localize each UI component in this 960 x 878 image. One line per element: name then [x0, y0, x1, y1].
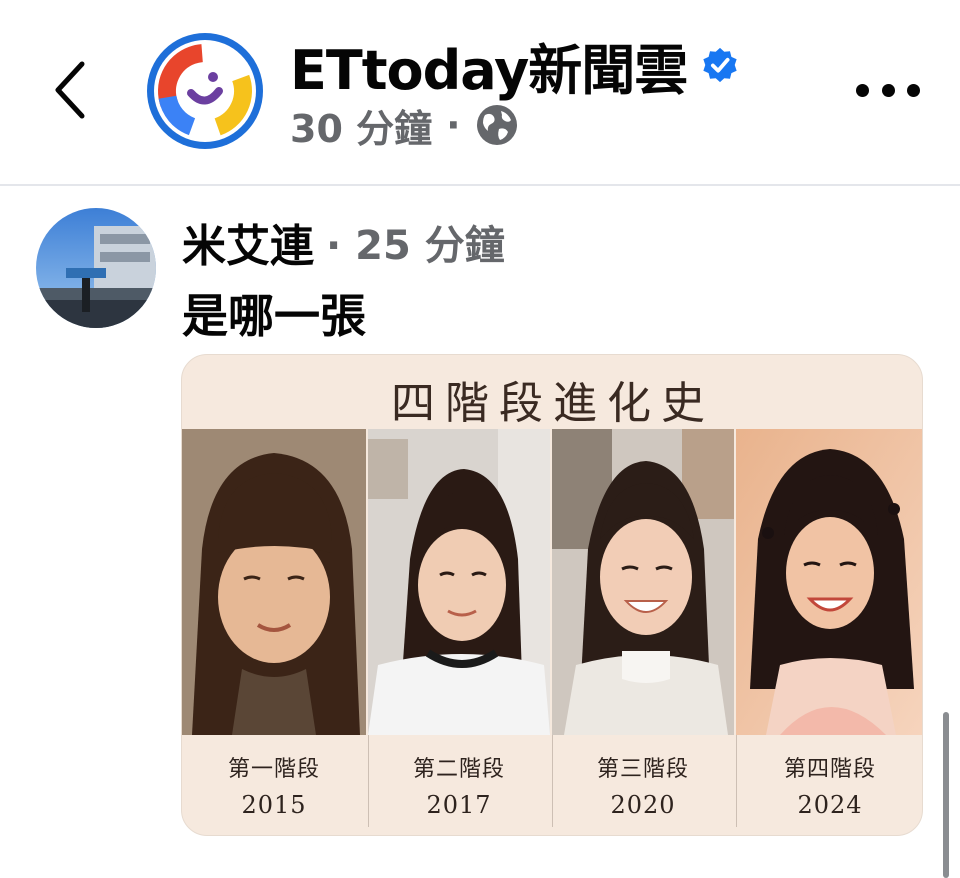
commenter-avatar[interactable] [36, 208, 156, 328]
post-header: ETtoday新聞雲 30 分鐘 · [0, 0, 960, 185]
globe-icon [476, 105, 517, 145]
avatar-photo [36, 208, 156, 328]
portrait-stage-3 [552, 429, 734, 735]
ettoday-logo-icon [147, 33, 263, 149]
comment-time[interactable]: · 25 分鐘 [326, 213, 505, 271]
verified-badge-icon [703, 47, 737, 83]
caption-stage-3: 第三階段 2020 [552, 735, 734, 835]
stage-year: 2017 [426, 791, 492, 819]
caption-stage-2: 第二階段 2017 [368, 735, 550, 835]
page-avatar[interactable] [145, 31, 265, 151]
portrait-stage-2 [368, 429, 550, 735]
page-title[interactable]: ETtoday新聞雲 [290, 26, 688, 105]
stage-label: 第二階段 [412, 757, 505, 782]
meta-separator: · [446, 103, 461, 147]
scrollbar[interactable] [943, 712, 949, 878]
post-time[interactable]: 30 分鐘 [290, 98, 432, 153]
caption-stage-1: 第一階段 2015 [182, 735, 366, 835]
more-options-button[interactable] [856, 70, 920, 110]
comment-text: 是哪一張 [182, 289, 366, 343]
post-meta: 30 分鐘 · [290, 98, 519, 153]
portrait-stage-4 [736, 429, 922, 735]
attachment-title: 四階段進化史 [391, 378, 715, 429]
stage-year: 2015 [241, 791, 307, 819]
header-divider [0, 184, 960, 186]
stage-captions: 第一階段 2015 第二階段 2017 第三階段 2020 第四階段 2024 [182, 735, 922, 835]
portrait-strip [182, 429, 922, 735]
comment-attachment-image[interactable]: 四階段進化史 第一階段 2015 第二階段 2017 第三階段 2020 第四階… [181, 354, 923, 836]
chevron-left-icon [55, 61, 85, 119]
portrait-stage-1 [182, 429, 366, 735]
more-horizontal-icon [856, 83, 869, 97]
back-button[interactable] [40, 50, 100, 130]
stage-label: 第四階段 [783, 757, 876, 782]
stage-year: 2020 [610, 791, 676, 819]
comment-header: 米艾連 · 25 分鐘 [182, 213, 505, 272]
stage-label: 第三階段 [596, 757, 689, 782]
page-title-row: ETtoday新聞雲 [290, 30, 739, 102]
stage-year: 2024 [797, 791, 863, 819]
commenter-name[interactable]: 米艾連 [182, 210, 314, 274]
caption-stage-4: 第四階段 2024 [736, 735, 922, 835]
stage-label: 第一階段 [227, 757, 320, 782]
